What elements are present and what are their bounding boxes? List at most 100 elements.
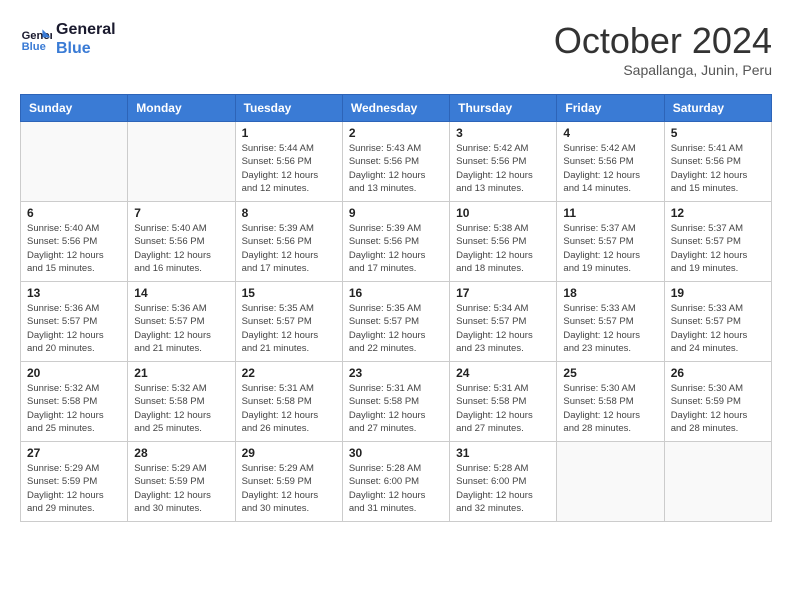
calendar-cell: 21 Sunrise: 5:32 AM Sunset: 5:58 PM Dayli… bbox=[128, 362, 235, 442]
col-header-thursday: Thursday bbox=[450, 95, 557, 122]
day-info: Sunrise: 5:29 AM Sunset: 5:59 PM Dayligh… bbox=[134, 462, 228, 515]
title-area: October 2024 Sapallanga, Junin, Peru bbox=[554, 20, 772, 78]
day-number: 8 bbox=[242, 206, 336, 220]
day-info: Sunrise: 5:34 AM Sunset: 5:57 PM Dayligh… bbox=[456, 302, 550, 355]
day-info: Sunrise: 5:36 AM Sunset: 5:57 PM Dayligh… bbox=[134, 302, 228, 355]
day-info: Sunrise: 5:29 AM Sunset: 5:59 PM Dayligh… bbox=[27, 462, 121, 515]
day-info: Sunrise: 5:32 AM Sunset: 5:58 PM Dayligh… bbox=[134, 382, 228, 435]
col-header-saturday: Saturday bbox=[664, 95, 771, 122]
day-info: Sunrise: 5:30 AM Sunset: 5:58 PM Dayligh… bbox=[563, 382, 657, 435]
day-info: Sunrise: 5:35 AM Sunset: 5:57 PM Dayligh… bbox=[349, 302, 443, 355]
calendar-cell: 30 Sunrise: 5:28 AM Sunset: 6:00 PM Dayli… bbox=[342, 442, 449, 522]
day-info: Sunrise: 5:40 AM Sunset: 5:56 PM Dayligh… bbox=[27, 222, 121, 275]
col-header-monday: Monday bbox=[128, 95, 235, 122]
day-number: 7 bbox=[134, 206, 228, 220]
calendar-cell: 9 Sunrise: 5:39 AM Sunset: 5:56 PM Daylig… bbox=[342, 202, 449, 282]
day-info: Sunrise: 5:37 AM Sunset: 5:57 PM Dayligh… bbox=[671, 222, 765, 275]
calendar-cell: 26Sunrise: 5:30 AM Sunset: 5:59 PM Dayli… bbox=[664, 362, 771, 442]
day-number: 16 bbox=[349, 286, 443, 300]
month-title: October 2024 bbox=[554, 20, 772, 62]
day-info: Sunrise: 5:32 AM Sunset: 5:58 PM Dayligh… bbox=[27, 382, 121, 435]
calendar-cell: 29 Sunrise: 5:29 AM Sunset: 5:59 PM Dayli… bbox=[235, 442, 342, 522]
calendar-cell: 22Sunrise: 5:31 AM Sunset: 5:58 PM Dayli… bbox=[235, 362, 342, 442]
day-number: 27 bbox=[27, 446, 121, 460]
day-number: 17 bbox=[456, 286, 550, 300]
day-info: Sunrise: 5:37 AM Sunset: 5:57 PM Dayligh… bbox=[563, 222, 657, 275]
calendar-week-row: 27 Sunrise: 5:29 AM Sunset: 5:59 PM Dayli… bbox=[21, 442, 772, 522]
day-number: 25 bbox=[563, 366, 657, 380]
calendar-cell: 17 Sunrise: 5:34 AM Sunset: 5:57 PM Dayli… bbox=[450, 282, 557, 362]
day-info: Sunrise: 5:42 AM Sunset: 5:56 PM Dayligh… bbox=[563, 142, 657, 195]
calendar-cell: 4 Sunrise: 5:42 AM Sunset: 5:56 PM Daylig… bbox=[557, 122, 664, 202]
day-info: Sunrise: 5:35 AM Sunset: 5:57 PM Dayligh… bbox=[242, 302, 336, 355]
calendar-week-row: 20 Sunrise: 5:32 AM Sunset: 5:58 PM Dayli… bbox=[21, 362, 772, 442]
calendar-cell: 14 Sunrise: 5:36 AM Sunset: 5:57 PM Dayli… bbox=[128, 282, 235, 362]
day-info: Sunrise: 5:31 AM Sunset: 5:58 PM Dayligh… bbox=[349, 382, 443, 435]
calendar-cell: 8 Sunrise: 5:39 AM Sunset: 5:56 PM Daylig… bbox=[235, 202, 342, 282]
day-number: 2 bbox=[349, 126, 443, 140]
calendar-cell: 15 Sunrise: 5:35 AM Sunset: 5:57 PM Dayli… bbox=[235, 282, 342, 362]
calendar-cell: 16 Sunrise: 5:35 AM Sunset: 5:57 PM Dayli… bbox=[342, 282, 449, 362]
day-number: 31 bbox=[456, 446, 550, 460]
col-header-friday: Friday bbox=[557, 95, 664, 122]
day-number: 24 bbox=[456, 366, 550, 380]
day-number: 21 bbox=[134, 366, 228, 380]
day-info: Sunrise: 5:39 AM Sunset: 5:56 PM Dayligh… bbox=[242, 222, 336, 275]
day-number: 14 bbox=[134, 286, 228, 300]
calendar-cell: 11 Sunrise: 5:37 AM Sunset: 5:57 PM Dayli… bbox=[557, 202, 664, 282]
logo: General Blue General Blue bbox=[20, 20, 116, 58]
day-info: Sunrise: 5:36 AM Sunset: 5:57 PM Dayligh… bbox=[27, 302, 121, 355]
day-info: Sunrise: 5:40 AM Sunset: 5:56 PM Dayligh… bbox=[134, 222, 228, 275]
calendar-cell: 25 Sunrise: 5:30 AM Sunset: 5:58 PM Dayli… bbox=[557, 362, 664, 442]
day-info: Sunrise: 5:33 AM Sunset: 5:57 PM Dayligh… bbox=[563, 302, 657, 355]
day-number: 20 bbox=[27, 366, 121, 380]
day-number: 11 bbox=[563, 206, 657, 220]
day-number: 30 bbox=[349, 446, 443, 460]
day-info: Sunrise: 5:38 AM Sunset: 5:56 PM Dayligh… bbox=[456, 222, 550, 275]
calendar-table: SundayMondayTuesdayWednesdayThursdayFrid… bbox=[20, 94, 772, 522]
day-info: Sunrise: 5:31 AM Sunset: 5:58 PM Dayligh… bbox=[242, 382, 336, 435]
col-header-wednesday: Wednesday bbox=[342, 95, 449, 122]
calendar-cell: 27 Sunrise: 5:29 AM Sunset: 5:59 PM Dayli… bbox=[21, 442, 128, 522]
day-info: Sunrise: 5:41 AM Sunset: 5:56 PM Dayligh… bbox=[671, 142, 765, 195]
calendar-cell bbox=[664, 442, 771, 522]
logo-blue-text: Blue bbox=[56, 39, 116, 58]
day-number: 13 bbox=[27, 286, 121, 300]
col-header-tuesday: Tuesday bbox=[235, 95, 342, 122]
calendar-cell: 24 Sunrise: 5:31 AM Sunset: 5:58 PM Dayli… bbox=[450, 362, 557, 442]
page-header: General Blue General Blue October 2024 S… bbox=[20, 20, 772, 78]
calendar-cell: 31 Sunrise: 5:28 AM Sunset: 6:00 PM Dayli… bbox=[450, 442, 557, 522]
day-number: 6 bbox=[27, 206, 121, 220]
calendar-cell bbox=[128, 122, 235, 202]
day-number: 26 bbox=[671, 366, 765, 380]
svg-text:Blue: Blue bbox=[22, 41, 46, 53]
day-number: 10 bbox=[456, 206, 550, 220]
calendar-cell bbox=[21, 122, 128, 202]
calendar-cell: 18 Sunrise: 5:33 AM Sunset: 5:57 PM Dayli… bbox=[557, 282, 664, 362]
calendar-week-row: 13 Sunrise: 5:36 AM Sunset: 5:57 PM Dayli… bbox=[21, 282, 772, 362]
day-number: 9 bbox=[349, 206, 443, 220]
day-number: 15 bbox=[242, 286, 336, 300]
day-info: Sunrise: 5:28 AM Sunset: 6:00 PM Dayligh… bbox=[456, 462, 550, 515]
calendar-week-row: 1Sunrise: 5:44 AM Sunset: 5:56 PM Daylig… bbox=[21, 122, 772, 202]
day-info: Sunrise: 5:39 AM Sunset: 5:56 PM Dayligh… bbox=[349, 222, 443, 275]
day-number: 18 bbox=[563, 286, 657, 300]
day-number: 4 bbox=[563, 126, 657, 140]
calendar-week-row: 6 Sunrise: 5:40 AM Sunset: 5:56 PM Daylig… bbox=[21, 202, 772, 282]
calendar-cell: 2 Sunrise: 5:43 AM Sunset: 5:56 PM Daylig… bbox=[342, 122, 449, 202]
day-info: Sunrise: 5:31 AM Sunset: 5:58 PM Dayligh… bbox=[456, 382, 550, 435]
logo-general-text: General bbox=[56, 20, 116, 39]
col-header-sunday: Sunday bbox=[21, 95, 128, 122]
calendar-cell: 28Sunrise: 5:29 AM Sunset: 5:59 PM Dayli… bbox=[128, 442, 235, 522]
logo-icon: General Blue bbox=[20, 23, 52, 55]
day-number: 23 bbox=[349, 366, 443, 380]
day-info: Sunrise: 5:28 AM Sunset: 6:00 PM Dayligh… bbox=[349, 462, 443, 515]
day-info: Sunrise: 5:29 AM Sunset: 5:59 PM Dayligh… bbox=[242, 462, 336, 515]
day-info: Sunrise: 5:43 AM Sunset: 5:56 PM Dayligh… bbox=[349, 142, 443, 195]
day-number: 3 bbox=[456, 126, 550, 140]
calendar-cell: 20 Sunrise: 5:32 AM Sunset: 5:58 PM Dayli… bbox=[21, 362, 128, 442]
day-number: 12 bbox=[671, 206, 765, 220]
day-number: 29 bbox=[242, 446, 336, 460]
calendar-cell: 10 Sunrise: 5:38 AM Sunset: 5:56 PM Dayli… bbox=[450, 202, 557, 282]
calendar-cell: 5Sunrise: 5:41 AM Sunset: 5:56 PM Daylig… bbox=[664, 122, 771, 202]
